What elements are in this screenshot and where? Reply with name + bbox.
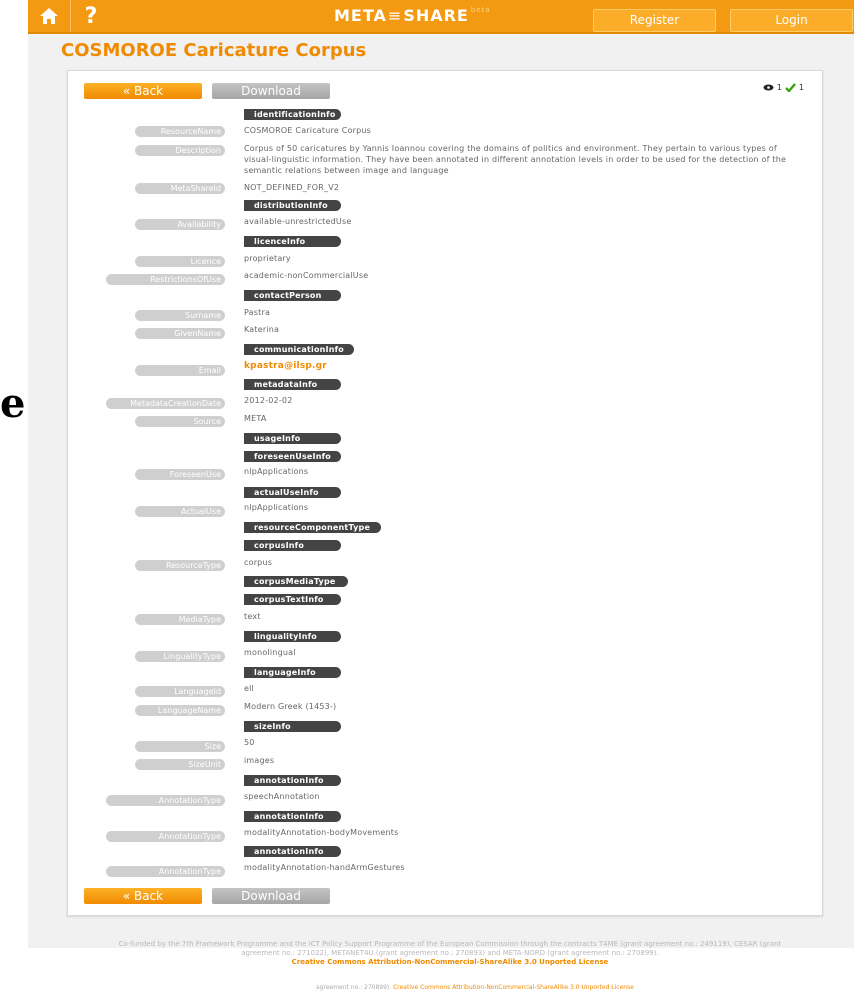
beta-badge: beta	[470, 6, 491, 14]
field-label-resource-type: ResourceType	[135, 560, 225, 571]
field-value-metashare-id: NOT_DEFINED_FOR_V2	[244, 183, 340, 192]
section-distribution-info: distributionInfo	[244, 200, 341, 211]
field-value-annotation-type-2: modalityAnnotation-bodyMovements	[244, 828, 399, 837]
field-value-language-id: ell	[244, 684, 254, 693]
field-label-foreseen-use: ForeseenUse	[135, 469, 225, 480]
field-label-source: Source	[135, 416, 225, 427]
field-value-foreseen-use: nlpApplications	[244, 467, 309, 476]
field-value-availability: available-unrestrictedUse	[244, 217, 352, 226]
download-button-bottom[interactable]: Download	[212, 888, 330, 904]
section-actual-use-info: actualUseInfo	[244, 487, 341, 498]
field-label-linguality-type: LingualityType	[135, 651, 225, 662]
section-corpus-media-type: corpusMediaType	[244, 576, 348, 587]
footer-overflow-line: agreement no.: 270899). Creative Commons…	[316, 984, 634, 991]
logo-text-right: SHARE	[403, 6, 469, 25]
resource-stats: 1 1	[763, 83, 804, 92]
side-fragment-text: e	[0, 380, 26, 427]
eye-icon	[763, 84, 774, 91]
field-value-description: Corpus of 50 caricatures by Yannis Ioann…	[244, 144, 787, 175]
field-value-language-name: Modern Greek (1453-)	[244, 702, 337, 711]
page-title: COSMOROE Caricature Corpus	[61, 40, 367, 61]
section-corpus-info: corpusInfo	[244, 540, 341, 551]
field-label-licence: Licence	[135, 256, 225, 267]
field-label-email: Email	[135, 365, 225, 376]
section-communication-info: communicationInfo	[244, 344, 354, 355]
field-label-size-unit: SizeUnit	[135, 759, 225, 770]
section-annotation-info-1: annotationInfo	[244, 775, 341, 786]
field-label-description: Description	[135, 145, 225, 156]
downloads-count: 1	[798, 83, 804, 92]
metashare-logo[interactable]: META≡SHARE beta	[334, 6, 491, 25]
section-resource-component-type: resourceComponentType	[244, 522, 381, 533]
home-button[interactable]	[28, 0, 71, 32]
field-value-size: 50	[244, 738, 255, 747]
footer-overflow-license[interactable]: Creative Commons Attribution-NonCommerci…	[393, 984, 634, 991]
field-value-annotation-type-3: modalityAnnotation-handArmGestures	[244, 863, 405, 872]
field-value-surname: Pastra	[244, 308, 271, 317]
field-value-source: META	[244, 414, 267, 423]
checkmark-icon	[785, 83, 796, 92]
help-button[interactable]: ?	[71, 0, 111, 32]
section-usage-info: usageInfo	[244, 433, 341, 444]
section-contact-person: contactPerson	[244, 290, 341, 301]
section-metadata-info: metadataInfo	[244, 379, 341, 390]
footer: Co-funded by the 7th Framework Programme…	[110, 940, 790, 967]
login-button[interactable]: Login	[730, 9, 853, 32]
section-annotation-info-3: annotationInfo	[244, 846, 341, 857]
section-language-info: languageInfo	[244, 667, 341, 678]
logo-text-left: META	[334, 6, 387, 25]
field-label-restrictions-of-use: RestrictionsOfUse	[106, 274, 225, 285]
footer-license-link[interactable]: Creative Commons Attribution-NonCommerci…	[110, 958, 790, 967]
section-size-info: sizeInfo	[244, 721, 341, 732]
footer-overflow-text: agreement no.: 270899).	[316, 984, 392, 991]
register-button[interactable]: Register	[593, 9, 716, 32]
field-label-annotation-type-3: AnnotationType	[106, 866, 225, 877]
field-label-given-name: GivenName	[135, 328, 225, 339]
home-icon	[40, 8, 58, 24]
field-value-resource-type: corpus	[244, 558, 273, 567]
field-label-resource-name: ResourceName	[135, 126, 225, 137]
field-label-annotation-type-1: AnnotationType	[106, 795, 225, 806]
field-label-metashare-id: MetaShareId	[135, 183, 225, 194]
resource-detail-card: « Back Download 1 1 identificationInfo R…	[67, 70, 823, 916]
back-button[interactable]: « Back	[84, 83, 202, 99]
field-label-size: Size	[135, 741, 225, 752]
field-value-resource-name: COSMOROE Caricature Corpus	[244, 126, 371, 135]
field-label-availability: Availability	[135, 219, 225, 230]
field-value-restrictions-of-use: academic-nonCommercialUse	[244, 271, 369, 280]
section-linguality-info: lingualityInfo	[244, 631, 341, 642]
email-link[interactable]: kpastra@ilsp.gr	[244, 361, 327, 372]
field-value-given-name: Katerina	[244, 325, 280, 334]
field-value-metadata-creation-date: 2012-02-02	[244, 396, 293, 405]
field-label-metadata-creation-date: MetadataCreationDate	[106, 398, 225, 409]
download-button[interactable]: Download	[212, 83, 330, 99]
field-label-annotation-type-2: AnnotationType	[106, 831, 225, 842]
back-button-bottom[interactable]: « Back	[84, 888, 202, 904]
field-label-surname: Surname	[135, 310, 225, 321]
field-label-language-id: LanguageId	[135, 686, 225, 697]
field-value-licence: proprietary	[244, 254, 291, 263]
section-corpus-text-info: corpusTextInfo	[244, 594, 341, 605]
field-value-linguality-type: monolingual	[244, 648, 296, 657]
field-value-annotation-type-1: speechAnnotation	[244, 792, 320, 801]
field-label-media-type: MediaType	[135, 614, 225, 625]
field-label-language-name: LanguageName	[135, 705, 225, 716]
section-licence-info: licenceInfo	[244, 236, 341, 247]
footer-funding-text: Co-funded by the 7th Framework Programme…	[118, 940, 782, 957]
section-identification-info: identificationInfo	[244, 109, 341, 120]
views-count: 1	[776, 83, 782, 92]
field-value-size-unit: images	[244, 756, 275, 765]
field-value-actual-use: nlpApplications	[244, 503, 309, 512]
field-label-actual-use: ActualUse	[135, 506, 225, 517]
logo-mark: ≡	[387, 6, 403, 25]
field-value-media-type: text	[244, 612, 261, 621]
top-navigation-bar: ? META≡SHARE beta Register Login	[28, 0, 854, 34]
section-foreseen-use-info: foreseenUseInfo	[244, 451, 341, 462]
section-annotation-info-2: annotationInfo	[244, 811, 341, 822]
